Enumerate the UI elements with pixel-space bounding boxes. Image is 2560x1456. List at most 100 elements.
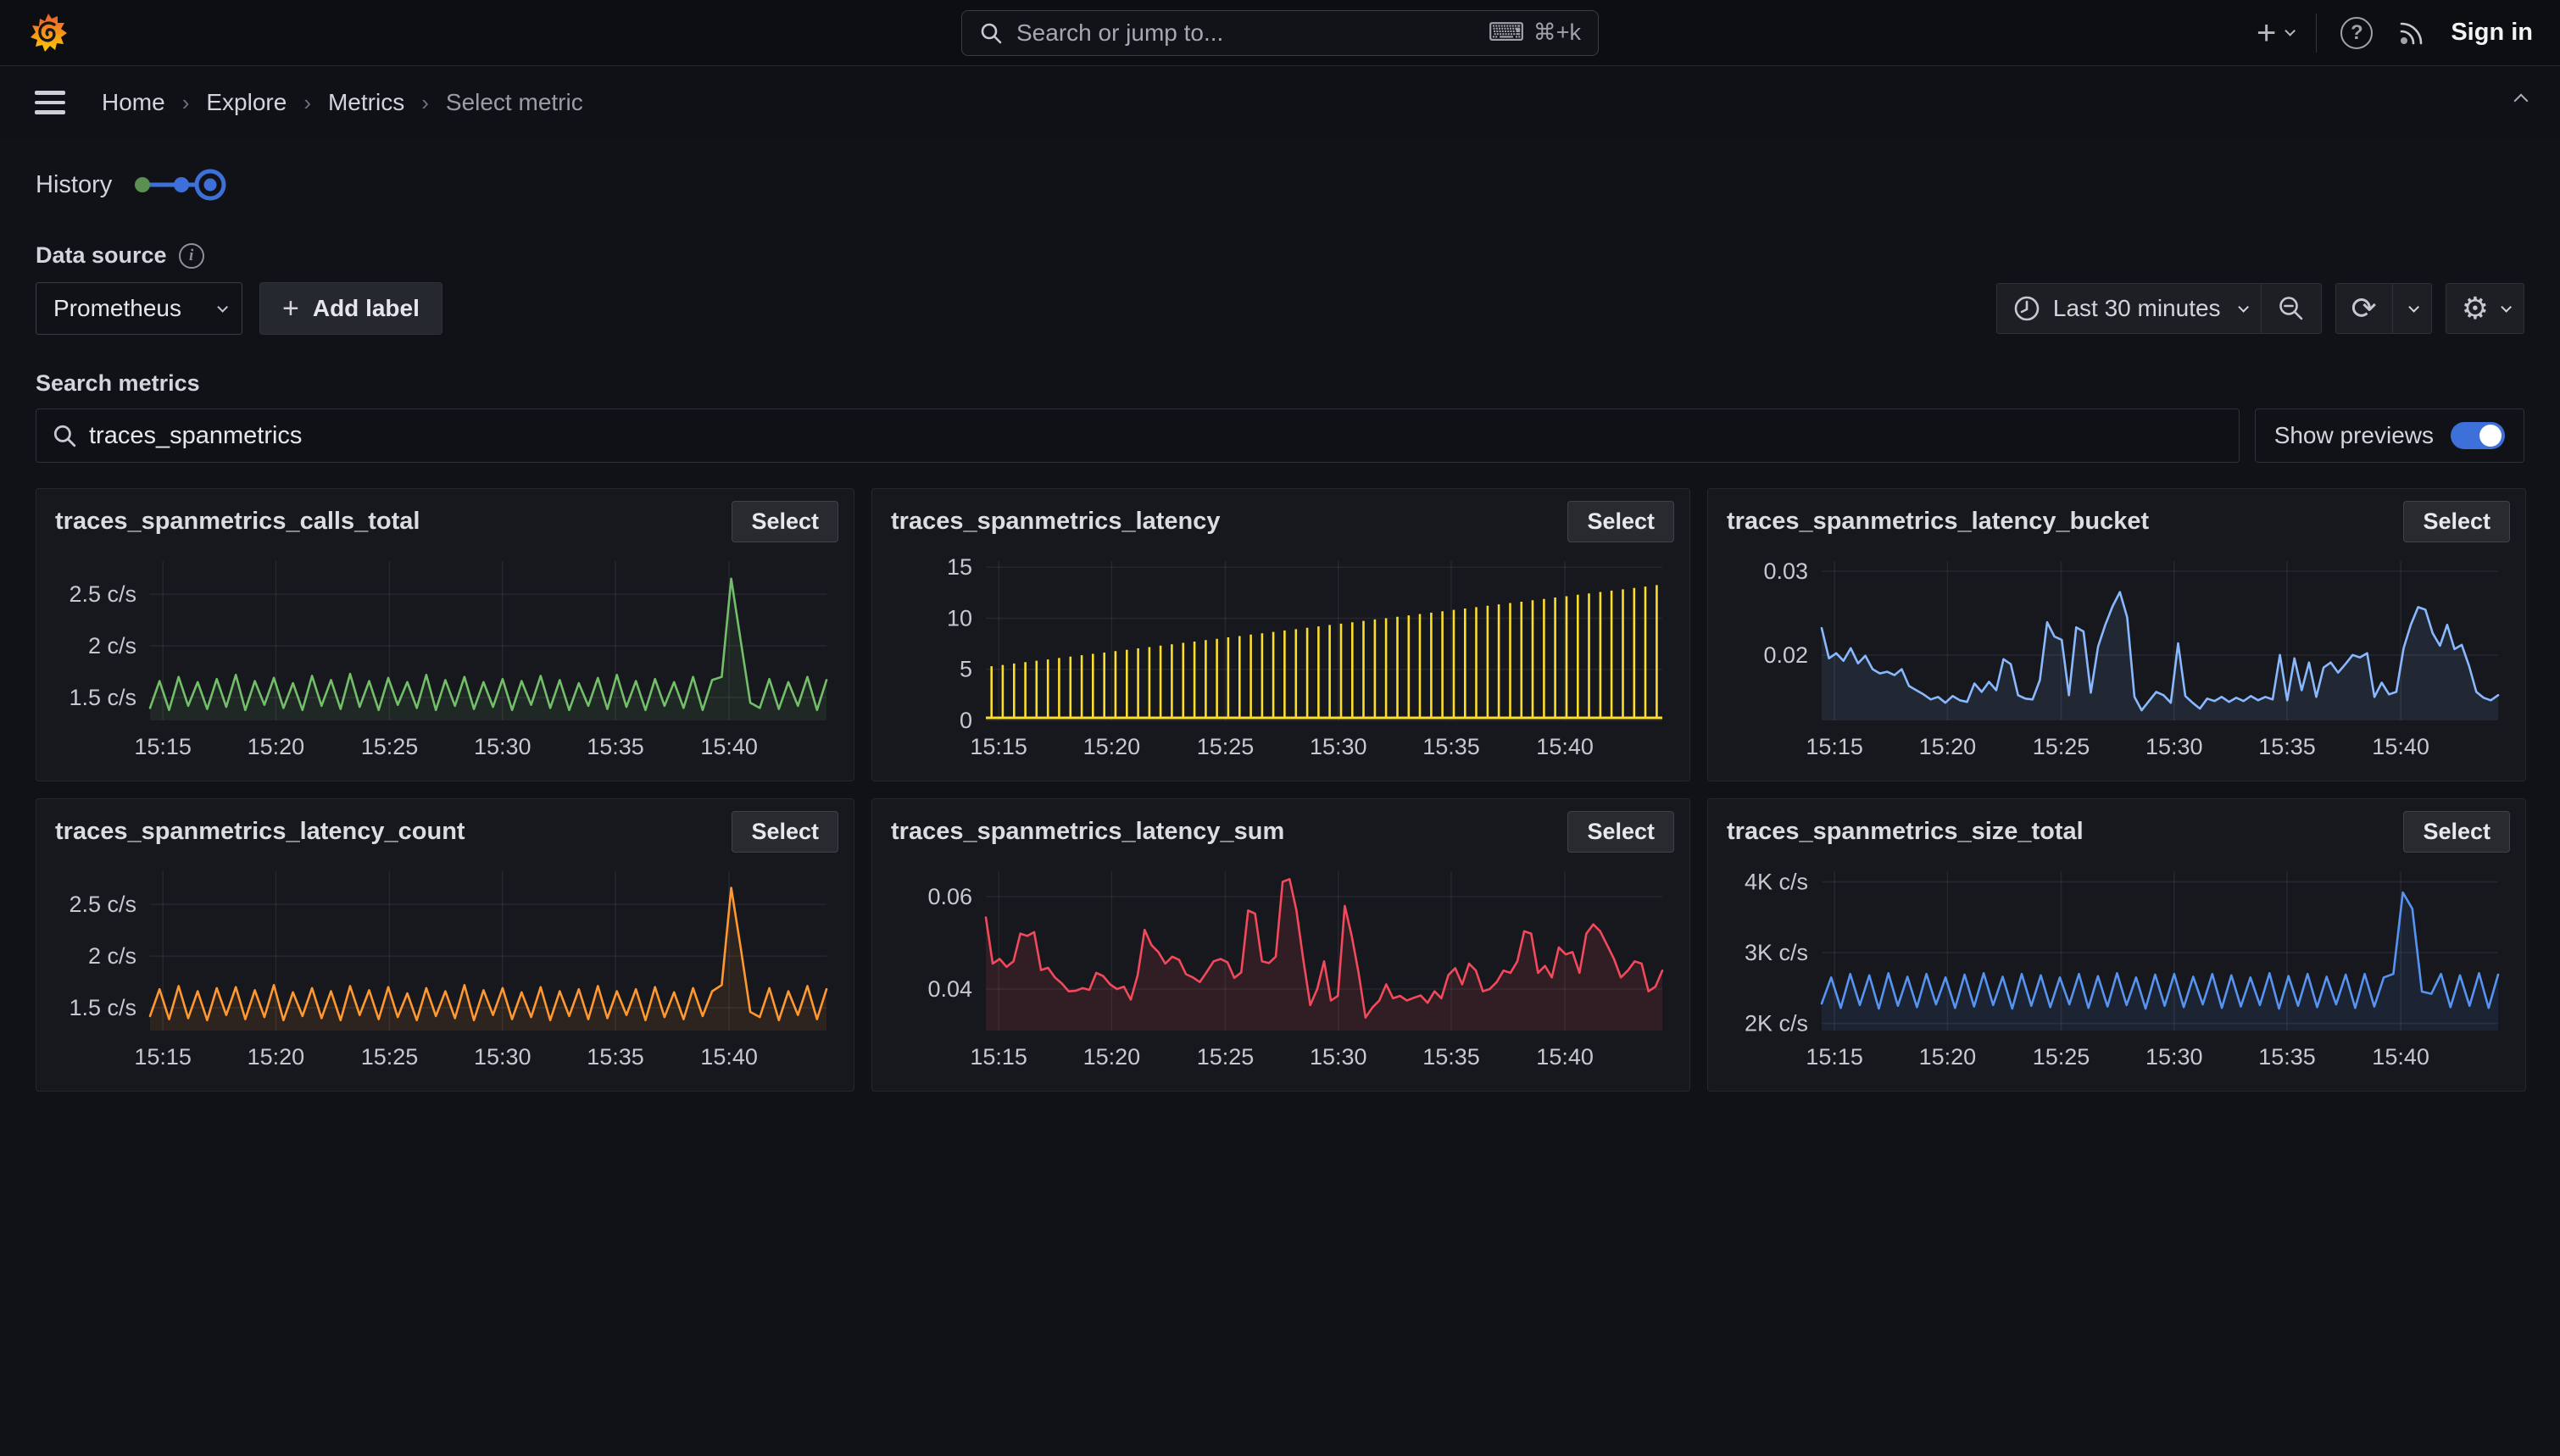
add-label-button[interactable]: + Add label [259, 282, 442, 335]
history-timeline-icon[interactable] [132, 166, 227, 203]
collapse-button[interactable] [2507, 86, 2535, 119]
settings-group: ⚙ [2446, 283, 2524, 334]
main-content: History Data source i Prometheus + Add l… [0, 166, 2560, 1092]
svg-text:15:30: 15:30 [474, 1044, 531, 1070]
chevron-down-icon [2238, 302, 2249, 313]
svg-text:0: 0 [960, 708, 972, 733]
svg-text:15:35: 15:35 [587, 734, 644, 759]
metric-panel: traces_spanmetrics_size_total Select 15:… [1707, 798, 2526, 1092]
svg-text:15:35: 15:35 [587, 1044, 644, 1070]
breadcrumb-separator: › [182, 90, 190, 116]
add-label-text: Add label [313, 295, 420, 322]
history-label: History [36, 171, 112, 199]
panel-title: traces_spanmetrics_calls_total [52, 501, 420, 536]
select-metric-button[interactable]: Select [732, 811, 838, 853]
metric-search-input[interactable] [89, 422, 2223, 450]
svg-text:0.02: 0.02 [1763, 642, 1808, 668]
refresh-interval-dropdown[interactable] [2392, 284, 2431, 333]
settings-button[interactable]: ⚙ [2446, 284, 2524, 333]
shortcut-label: ⌘+k [1533, 19, 1581, 46]
svg-text:15:30: 15:30 [2145, 1044, 2203, 1070]
breadcrumb-bar: Home › Explore › Metrics › Select metric [0, 66, 2560, 139]
plus-icon: + [282, 294, 299, 323]
select-metric-button[interactable]: Select [1567, 501, 1674, 542]
svg-text:15:40: 15:40 [700, 1044, 758, 1070]
metric-preview-chart[interactable]: 15:1515:2015:2515:3015:3515:402K c/s3K c… [1723, 858, 2510, 1071]
search-metrics-label: Search metrics [36, 370, 2524, 397]
metric-panel: traces_spanmetrics_latency_sum Select 15… [871, 798, 1690, 1092]
gear-icon: ⚙ [2462, 293, 2489, 324]
breadcrumb-explore[interactable]: Explore [206, 89, 287, 116]
select-metric-button[interactable]: Select [2403, 811, 2510, 853]
svg-text:2 c/s: 2 c/s [88, 633, 136, 659]
select-metric-button[interactable]: Select [2403, 501, 2510, 542]
metric-preview-chart[interactable]: 15:1515:2015:2515:3015:3515:400.040.06 [888, 858, 1674, 1071]
svg-text:0.03: 0.03 [1763, 559, 1808, 584]
svg-text:0.04: 0.04 [927, 976, 972, 1002]
svg-text:15:25: 15:25 [361, 734, 419, 759]
data-source-select[interactable]: Prometheus [36, 282, 242, 335]
info-icon[interactable]: i [179, 243, 204, 269]
svg-text:15:40: 15:40 [1536, 734, 1594, 759]
refresh-button[interactable]: ⟳ [2336, 284, 2392, 333]
metric-preview-chart[interactable]: 15:1515:2015:2515:3015:3515:40051015 [888, 547, 1674, 761]
news-rss-icon[interactable] [2396, 18, 2427, 48]
time-range-picker[interactable]: Last 30 minutes [1997, 284, 2261, 333]
svg-text:0.06: 0.06 [927, 884, 972, 909]
time-picker-group: Last 30 minutes [1996, 283, 2322, 334]
breadcrumb-current: Select metric [446, 89, 583, 116]
svg-text:15:15: 15:15 [134, 734, 192, 759]
svg-text:15:20: 15:20 [248, 1044, 305, 1070]
panel-title: traces_spanmetrics_latency [888, 501, 1221, 536]
svg-text:15:30: 15:30 [1310, 1044, 1367, 1070]
metric-preview-chart[interactable]: 15:1515:2015:2515:3015:3515:401.5 c/s2 c… [52, 547, 838, 761]
new-menu-button[interactable]: + [2257, 16, 2292, 50]
menu-icon[interactable] [25, 78, 75, 127]
chevron-up-icon [2514, 94, 2529, 108]
breadcrumb-metrics[interactable]: Metrics [328, 89, 404, 116]
select-metric-button[interactable]: Select [732, 501, 838, 542]
svg-text:15:35: 15:35 [1422, 1044, 1480, 1070]
metric-panel: traces_spanmetrics_latency_bucket Select… [1707, 488, 2526, 781]
global-search-input[interactable]: Search or jump to... ⌨ ⌘+k [961, 10, 1599, 56]
zoom-out-icon [2277, 294, 2306, 323]
svg-text:15:15: 15:15 [134, 1044, 192, 1070]
data-source-label: Data source [36, 242, 167, 269]
svg-text:15: 15 [947, 554, 972, 580]
zoom-out-button[interactable] [2261, 284, 2321, 333]
svg-text:15:40: 15:40 [1536, 1044, 1594, 1070]
breadcrumb-home[interactable]: Home [102, 89, 165, 116]
help-button[interactable]: ? [2340, 17, 2373, 49]
svg-text:5: 5 [960, 657, 972, 682]
metric-preview-chart[interactable]: 15:1515:2015:2515:3015:3515:400.020.03 [1723, 547, 2510, 761]
panel-title: traces_spanmetrics_latency_count [52, 811, 465, 846]
clock-icon [2012, 294, 2041, 323]
metric-preview-chart[interactable]: 15:1515:2015:2515:3015:3515:401.5 c/s2 c… [52, 858, 838, 1071]
show-previews-control: Show previews [2255, 408, 2524, 463]
metric-panel: traces_spanmetrics_calls_total Select 15… [36, 488, 854, 781]
svg-text:15:40: 15:40 [2372, 1044, 2429, 1070]
svg-text:15:15: 15:15 [970, 734, 1027, 759]
svg-text:2K c/s: 2K c/s [1745, 1011, 1808, 1036]
show-previews-label: Show previews [2274, 422, 2434, 449]
breadcrumb-separator: › [303, 90, 311, 116]
svg-text:10: 10 [947, 605, 972, 631]
grafana-logo-icon[interactable] [29, 12, 68, 54]
svg-text:15:25: 15:25 [1197, 734, 1255, 759]
select-metric-button[interactable]: Select [1567, 811, 1674, 853]
show-previews-toggle[interactable] [2451, 422, 2505, 449]
keyboard-icon: ⌨ [1488, 20, 1524, 46]
time-controls: Last 30 minutes ⟳ ⚙ [1996, 283, 2524, 334]
svg-text:15:25: 15:25 [361, 1044, 419, 1070]
svg-text:15:15: 15:15 [970, 1044, 1027, 1070]
svg-text:15:20: 15:20 [1919, 1044, 1977, 1070]
svg-text:2.5 c/s: 2.5 c/s [69, 892, 136, 917]
metric-search-box [36, 408, 2240, 463]
svg-text:1.5 c/s: 1.5 c/s [69, 685, 136, 710]
panel-title: traces_spanmetrics_size_total [1723, 811, 2084, 846]
chevron-down-icon [2501, 302, 2512, 313]
chevron-down-icon [2408, 302, 2419, 313]
sign-in-button[interactable]: Sign in [2451, 19, 2533, 47]
svg-text:15:40: 15:40 [2372, 734, 2429, 759]
breadcrumb-separator: › [421, 90, 429, 116]
